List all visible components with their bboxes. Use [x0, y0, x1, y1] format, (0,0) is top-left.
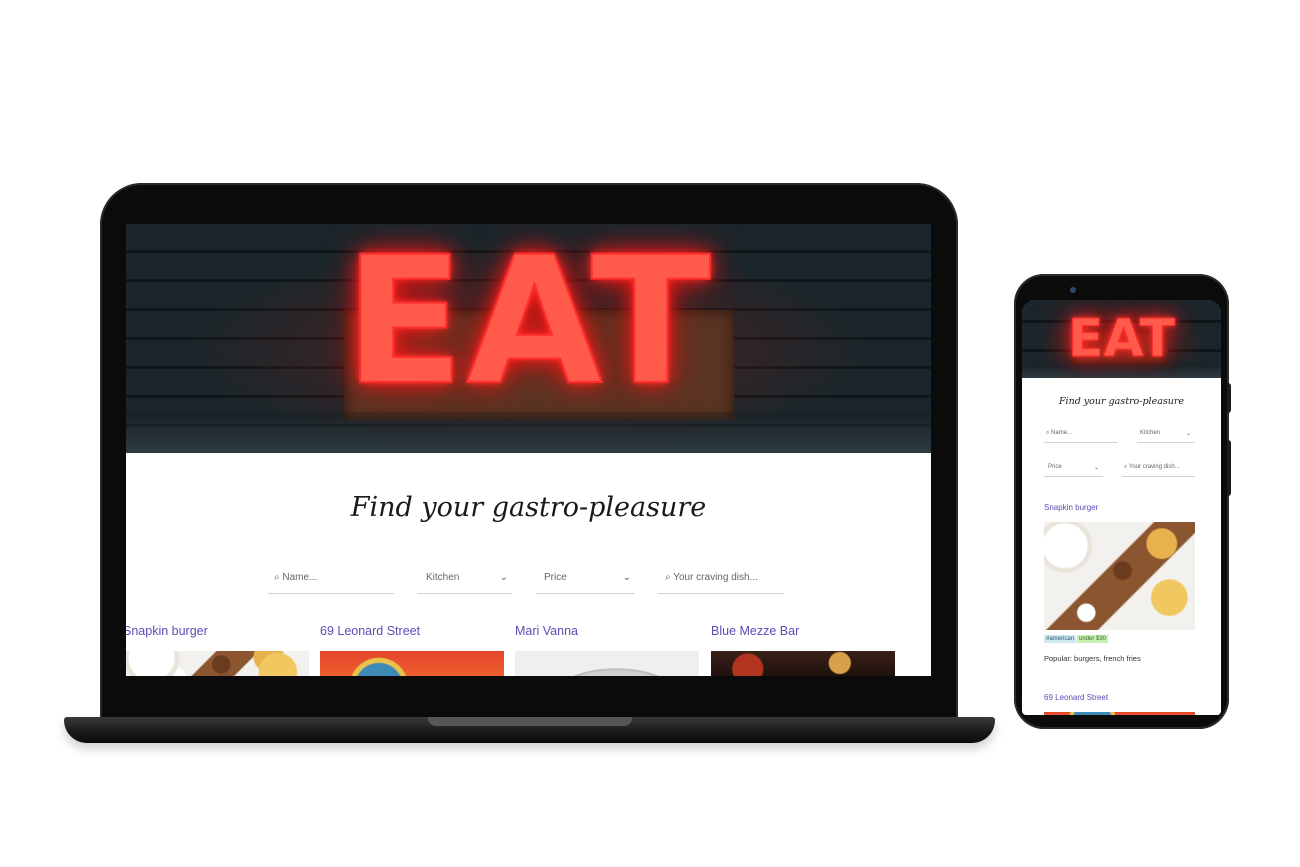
dish-search-placeholder: ⌕ Your craving dish... — [1124, 464, 1180, 470]
price-tag[interactable]: under $30 — [1077, 635, 1109, 643]
hero-banner: EAT — [126, 224, 931, 453]
restaurant-title[interactable]: 69 Leonard Street — [1044, 693, 1108, 702]
popular-dishes-text: Popular: burgers, french fries — [1044, 654, 1141, 663]
cuisine-tag[interactable]: #american — [1044, 635, 1077, 643]
phone-volume-button — [1227, 440, 1231, 496]
restaurant-image[interactable] — [711, 651, 895, 676]
chevron-down-icon: ⌄ — [1185, 431, 1191, 437]
name-search-input[interactable]: ⌕ Name... — [268, 572, 394, 594]
kitchen-select[interactable]: Kitchen ⌄ — [417, 572, 512, 594]
name-search-placeholder: ⌕ Name... — [274, 572, 318, 583]
neon-sign-text: EAT — [343, 224, 713, 424]
neon-sign-text: EAT — [1067, 309, 1176, 370]
restaurant-image[interactable] — [515, 651, 699, 676]
restaurant-title[interactable]: 69 Leonard Street — [320, 624, 420, 638]
restaurant-title[interactable]: Blue Mezze Bar — [711, 624, 799, 638]
kitchen-select[interactable]: Kitchen ⌄ — [1137, 430, 1195, 443]
restaurant-title[interactable]: Mari Vanna — [515, 624, 578, 638]
phone-power-button — [1227, 383, 1231, 413]
laptop-screen: EAT Find your gastro-pleasure ⌕ Name... … — [126, 224, 931, 676]
dish-search-placeholder: ⌕ Your craving dish... — [665, 572, 758, 583]
dish-search-input[interactable]: ⌕ Your craving dish... — [1122, 464, 1195, 477]
price-select-label: Price — [1048, 464, 1062, 470]
page-tagline: Find your gastro-pleasure — [1058, 396, 1185, 407]
chevron-down-icon: ⌄ — [622, 572, 631, 583]
price-select-label: Price — [544, 572, 567, 583]
restaurant-image[interactable] — [320, 651, 504, 676]
hero-banner: EAT — [1022, 300, 1221, 378]
page-tagline: Find your gastro-pleasure — [350, 492, 707, 523]
name-search-placeholder: ⌕ Name... — [1046, 430, 1073, 436]
dish-search-input[interactable]: ⌕ Your craving dish... — [658, 572, 784, 594]
restaurant-image[interactable] — [126, 651, 309, 676]
restaurant-title[interactable]: Snapkin burger — [126, 624, 208, 638]
name-search-input[interactable]: ⌕ Name... — [1044, 430, 1118, 443]
restaurant-image[interactable] — [1044, 522, 1195, 630]
kitchen-select-label: Kitchen — [426, 572, 460, 583]
restaurant-title[interactable]: Snapkin burger — [1044, 503, 1098, 512]
price-select[interactable]: Price ⌄ — [1044, 464, 1103, 477]
laptop-hinge-notch — [428, 717, 632, 726]
phone-camera-icon — [1070, 287, 1076, 293]
chevron-down-icon: ⌄ — [1093, 465, 1099, 471]
kitchen-select-label: Kitchen — [1140, 430, 1161, 436]
restaurant-image[interactable] — [1044, 712, 1195, 715]
phone-screen: EAT Find your gastro-pleasure ⌕ Name... … — [1022, 300, 1221, 715]
chevron-down-icon: ⌄ — [499, 572, 508, 583]
price-select[interactable]: Price ⌄ — [536, 572, 635, 594]
